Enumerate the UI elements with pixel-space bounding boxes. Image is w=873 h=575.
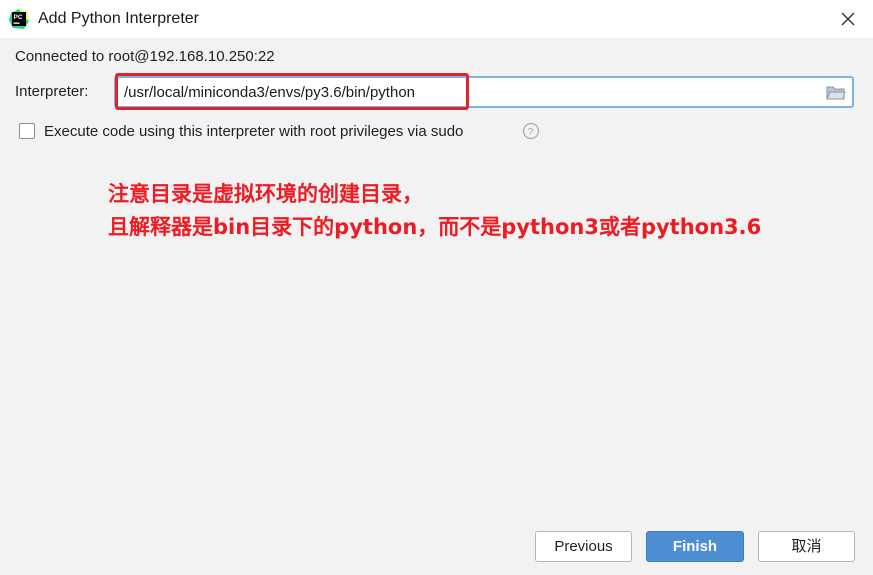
sudo-checkbox[interactable] [19,123,35,139]
close-icon[interactable] [837,8,859,30]
previous-button[interactable]: Previous [535,531,632,562]
sudo-checkbox-label[interactable]: Execute code using this interpreter with… [44,123,463,140]
connection-status: Connected to root@192.168.10.250:22 [15,48,275,65]
cancel-button[interactable]: 取消 [758,531,855,562]
dialog-title: Add Python Interpreter [38,10,199,27]
help-icon[interactable]: ? [522,122,540,140]
dialog-titlebar: PC Add Python Interpreter [0,0,873,38]
folder-browse-icon[interactable] [826,84,846,102]
svg-text:PC: PC [14,14,23,21]
interpreter-label: Interpreter: [15,83,89,100]
svg-text:?: ? [528,126,534,138]
annotation-line-2: 且解释器是bin目录下的python，而不是python3或者python3.6 [108,215,762,239]
annotation-line-1: 注意目录是虚拟环境的创建目录， [108,182,423,206]
annotation-highlight-box [115,73,469,110]
finish-button[interactable]: Finish [646,531,744,562]
annotation-note: 注意目录是虚拟环境的创建目录， 且解释器是bin目录下的python，而不是py… [108,178,761,244]
pycharm-icon: PC [9,9,29,29]
